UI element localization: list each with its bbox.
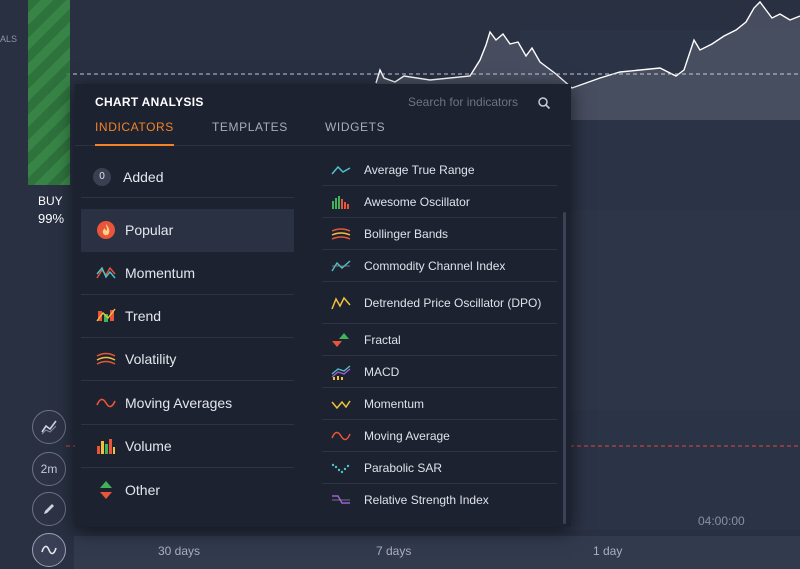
indicators-icon <box>41 545 57 555</box>
indicator-item[interactable]: Parabolic SAR <box>322 452 557 484</box>
indicator-label: Bollinger Bands <box>364 226 449 241</box>
indicator-item[interactable]: Bollinger Bands <box>322 218 557 250</box>
indicator-label: Moving Average <box>364 428 450 443</box>
category-label: Trend <box>125 308 162 324</box>
timeframe-button[interactable]: 2m <box>32 452 66 486</box>
indicator-item[interactable]: Commodity Channel Index <box>322 250 557 282</box>
flame-icon <box>95 219 117 241</box>
category-volatility[interactable]: Volatility <box>81 338 294 381</box>
category-popular[interactable]: Popular <box>81 209 294 252</box>
indicator-label: Parabolic SAR <box>364 460 443 475</box>
bands-icon <box>330 225 352 243</box>
fractal-icon <box>330 331 352 349</box>
indicator-label: MACD <box>364 364 400 379</box>
search-icon[interactable] <box>537 96 551 110</box>
category-label: Added <box>123 168 164 185</box>
range-1-day[interactable]: 1 day <box>593 544 622 558</box>
range-7-days[interactable]: 7 days <box>376 544 411 558</box>
sar-icon <box>330 459 352 477</box>
wave-icon <box>95 392 117 414</box>
category-label: Momentum <box>125 265 196 281</box>
added-count-badge: 0 <box>93 167 111 186</box>
category-trend[interactable]: Trend <box>81 295 294 338</box>
macd-icon <box>330 363 352 381</box>
panel-tabs: INDICATORS TEMPLATES WIDGETS <box>75 114 571 146</box>
trend-icon <box>95 305 117 327</box>
indicator-label: Detrended Price Oscillator (DPO) <box>364 295 542 310</box>
category-label: Other <box>125 481 161 498</box>
panel-title: CHART ANALYSIS <box>95 95 204 109</box>
indicator-item[interactable]: Momentum <box>322 388 557 420</box>
up-down-arrows-icon <box>95 479 117 501</box>
tab-indicators[interactable]: INDICATORS <box>95 120 174 146</box>
pencil-icon <box>44 504 54 514</box>
indicator-label: Average True Range <box>364 162 475 177</box>
category-label: Volatility <box>125 351 177 367</box>
category-label: Moving Averages <box>125 395 233 411</box>
cci-icon <box>330 257 352 275</box>
indicator-label: Awesome Oscillator <box>364 194 470 209</box>
indicator-search-input[interactable] <box>408 94 553 110</box>
indicator-label: Commodity Channel Index <box>364 258 506 273</box>
drawing-tools-button[interactable] <box>32 492 66 526</box>
volume-bars-icon <box>95 435 117 457</box>
category-moving-averages[interactable]: Moving Averages <box>81 382 294 425</box>
momentum-line-icon <box>330 395 352 413</box>
chart-type-button[interactable] <box>32 410 66 444</box>
time-range-bar: 30 days 7 days 1 day <box>74 536 800 569</box>
indicator-item[interactable]: Fractal <box>322 324 557 356</box>
indicator-item[interactable]: Moving Average <box>322 420 557 452</box>
rsi-icon <box>330 491 352 509</box>
oscillator-bars-icon <box>330 193 352 211</box>
timeframe-label: 2m <box>40 462 58 476</box>
category-label: Volume <box>125 438 172 454</box>
indicator-item[interactable]: MACD <box>322 356 557 388</box>
indicator-label: Fractal <box>364 332 401 347</box>
tab-templates[interactable]: TEMPLATES <box>212 120 288 146</box>
atr-icon <box>330 161 352 179</box>
indicator-list-scrollbar[interactable] <box>563 212 566 524</box>
moving-average-icon <box>330 427 352 445</box>
category-volume[interactable]: Volume <box>81 425 294 468</box>
category-added[interactable]: 0 Added <box>81 156 294 198</box>
category-momentum[interactable]: Momentum <box>81 252 294 295</box>
momentum-icon <box>95 262 117 284</box>
volatility-icon <box>95 348 117 370</box>
indicator-item[interactable]: Average True Range <box>322 154 557 186</box>
category-other[interactable]: Other <box>81 468 294 511</box>
indicator-label: Relative Strength Index <box>364 493 489 507</box>
indicator-label: Momentum <box>364 396 425 411</box>
dpo-icon <box>330 294 352 312</box>
indicator-item[interactable]: Awesome Oscillator <box>322 186 557 218</box>
buy-percent: 99% <box>38 211 65 226</box>
tab-widgets[interactable]: WIDGETS <box>325 120 385 146</box>
buy-indicator-strip <box>28 0 70 185</box>
category-label: Popular <box>125 222 174 238</box>
indicator-item[interactable]: Relative Strength Index <box>322 484 557 516</box>
chart-type-icon <box>41 420 57 435</box>
chart-analysis-panel: CHART ANALYSIS INDICATORS TEMPLATES WIDG… <box>75 84 571 527</box>
indicator-item[interactable]: Detrended Price Oscillator (DPO) <box>322 282 557 324</box>
range-30-days[interactable]: 30 days <box>158 544 200 558</box>
left-edge-label: ALS <box>0 34 18 44</box>
time-axis-label: 04:00:00 <box>698 514 745 528</box>
buy-label: BUY <box>38 194 63 208</box>
indicators-button[interactable] <box>32 533 66 567</box>
